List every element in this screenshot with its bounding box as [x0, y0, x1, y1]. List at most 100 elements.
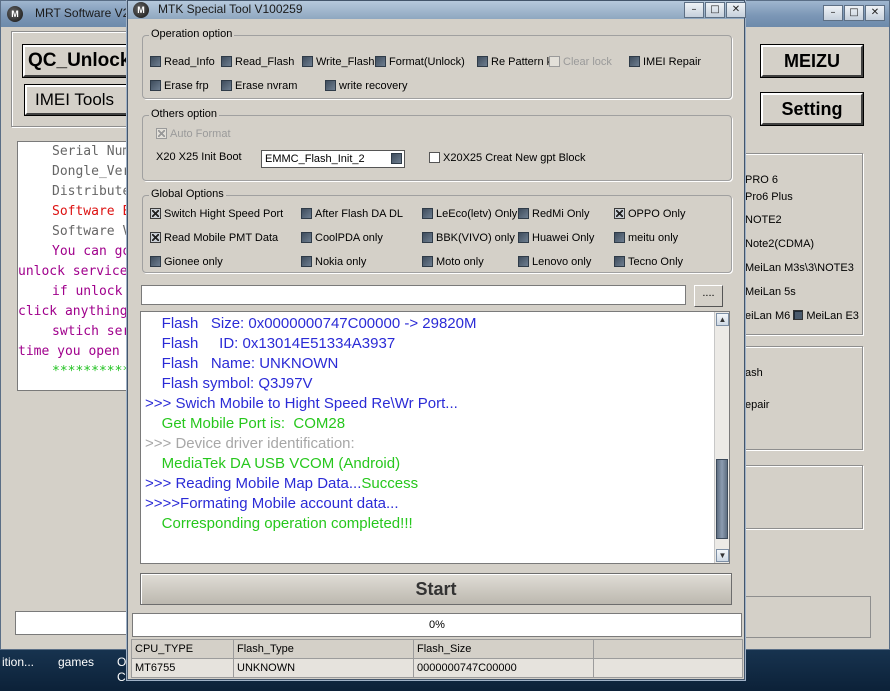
switch-hight-speed-port-checkbox[interactable]: Switch Hight Speed Port [150, 207, 283, 221]
scroll-up-icon[interactable]: ▲ [716, 313, 729, 326]
redmi-only-checkbox[interactable]: RedMi Only [518, 207, 589, 221]
checkbox-icon [150, 208, 161, 219]
checkbox-icon [150, 80, 161, 91]
model-option[interactable]: Note2(CDMA) [745, 238, 814, 250]
action-option[interactable]: epair [745, 399, 769, 411]
minimize-icon[interactable]: – [684, 2, 704, 18]
table-row[interactable]: MT6755 UNKNOWN 0000000747C00000 [131, 658, 743, 678]
log-line: Get Mobile Port is: COM28 [145, 415, 346, 432]
mtk-titlebar[interactable]: M MTK Special Tool V100259 – □ ✕ [128, 1, 746, 19]
maximize-icon[interactable]: □ [844, 5, 864, 21]
table-cell: UNKNOWN [233, 658, 414, 678]
format-unlock-checkbox[interactable]: Format(Unlock) [375, 55, 465, 69]
auto-format-checkbox[interactable]: Auto Format [156, 127, 231, 141]
model-option-m6[interactable]: eiLan M6 MeiLan E3 [745, 310, 859, 322]
scroll-down-icon[interactable]: ▼ [716, 549, 729, 562]
mtk-window-title: MTK Special Tool V100259 [158, 2, 303, 16]
log-line: Distribute [52, 184, 129, 199]
imei-repair-checkbox[interactable]: IMEI Repair [629, 55, 701, 69]
taskbar-item[interactable]: O [117, 655, 126, 669]
model-option[interactable]: Pro6 Plus [745, 191, 793, 203]
qc-unlock-button[interactable]: QC_Unlock [22, 44, 132, 78]
close-icon[interactable]: ✕ [865, 5, 885, 21]
model-option[interactable]: PRO 6 [745, 174, 778, 186]
leeco-letv-only-checkbox[interactable]: LeEco(letv) Only [422, 207, 517, 221]
checkbox-icon [302, 56, 313, 67]
erase-nvram-checkbox[interactable]: Erase nvram [221, 79, 297, 93]
tecno-only-checkbox[interactable]: Tecno Only [614, 255, 683, 269]
meizu-button[interactable]: MEIZU [760, 44, 864, 78]
checkbox-icon [518, 256, 529, 267]
action-option[interactable]: ash [745, 367, 763, 379]
file-path-input[interactable] [141, 285, 686, 305]
start-button[interactable]: Start [140, 573, 732, 605]
lenovo-only-checkbox[interactable]: Lenovo only [518, 255, 591, 269]
log-line: Serial Num [52, 144, 129, 159]
checkbox-icon [325, 80, 336, 91]
erase-frp-checkbox[interactable]: Erase frp [150, 79, 209, 93]
read-flash-checkbox[interactable]: Read_Flash [221, 55, 294, 69]
re-pattern-k-checkbox[interactable]: Re Pattern k [477, 55, 552, 69]
log-line: click anything [18, 304, 128, 319]
checkbox-icon [150, 232, 161, 243]
browse-button[interactable]: .... [694, 285, 723, 307]
bbk-vivo-only-checkbox[interactable]: BBK(VIVO) only [422, 231, 515, 245]
log-line: >>> Reading Mobile Map Data...Success [145, 475, 419, 492]
log-line: swtich ser [52, 324, 129, 339]
taskbar-item[interactable]: ition... [2, 655, 34, 669]
log-line: Software E [52, 204, 129, 219]
meizu-extra-group [741, 465, 863, 529]
table-cell [593, 658, 743, 678]
oppo-only-checkbox[interactable]: OPPO Only [614, 207, 685, 221]
write-flash-checkbox[interactable]: Write_Flash [302, 55, 374, 69]
read-info-checkbox[interactable]: Read_Info [150, 55, 215, 69]
checkbox-icon [614, 256, 625, 267]
checkbox-icon [221, 56, 232, 67]
mtk-special-tool-window: M MTK Special Tool V100259 – □ ✕ Operati… [127, 0, 746, 680]
coolpda-only-checkbox[interactable]: CoolPDA only [301, 231, 383, 245]
taskbar-item[interactable]: games [58, 655, 94, 669]
dropdown-icon [391, 153, 402, 164]
huawei-only-checkbox[interactable]: Huawei Only [518, 231, 594, 245]
scroll-thumb[interactable] [716, 459, 728, 539]
column-header [593, 639, 743, 659]
model-option[interactable]: NOTE2 [745, 214, 782, 226]
progress-bar: 0% [132, 613, 742, 637]
mrt-log-panel: Serial Num Dongle_Ver Distribute Softwar… [17, 141, 129, 391]
log-output: Flash Size: 0x0000000747C00000 -> 29820M… [140, 311, 730, 564]
mtk-app-icon: M [133, 2, 149, 18]
model-option[interactable]: MeiLan M3s\3\NOTE3 [745, 262, 854, 274]
imei-tools-button[interactable]: IMEI Tools [24, 84, 130, 116]
log-line: Flash ID: 0x13014E51334A3937 [145, 335, 396, 352]
write-recovery-checkbox[interactable]: write recovery [325, 79, 407, 93]
checkbox-icon [301, 256, 312, 267]
gpt-block-checkbox[interactable]: X20X25 Creat New gpt Block [429, 151, 585, 165]
after-flash-da-dl-checkbox[interactable]: After Flash DA DL [301, 207, 403, 221]
maximize-icon[interactable]: □ [705, 2, 725, 18]
meitu-only-checkbox[interactable]: meitu only [614, 231, 678, 245]
clear-lock-checkbox[interactable]: Clear lock [549, 55, 612, 69]
checkbox-icon [422, 208, 433, 219]
log-line: Dongle_Ver [52, 164, 129, 179]
log-scrollbar[interactable]: ▲ ▼ [714, 312, 729, 563]
checkbox-icon [150, 256, 161, 267]
log-line: time you open [18, 344, 120, 359]
read-mobile-pmt-data-checkbox[interactable]: Read Mobile PMT Data [150, 231, 278, 245]
close-icon[interactable]: ✕ [726, 2, 746, 18]
nokia-only-checkbox[interactable]: Nokia only [301, 255, 366, 269]
minimize-icon[interactable]: – [823, 5, 843, 21]
moto-only-checkbox[interactable]: Moto only [422, 255, 484, 269]
setting-button[interactable]: Setting [760, 92, 864, 126]
log-line: You can go [52, 244, 129, 259]
log-line: Flash Size: 0x0000000747C00000 -> 29820M [145, 315, 477, 332]
init-boot-label: X20 X25 Init Boot [156, 151, 242, 163]
column-header: Flash_Size [413, 639, 594, 659]
model-option[interactable]: MeiLan 5s [745, 286, 796, 298]
checkbox-icon [301, 208, 312, 219]
log-line: >>> Swich Mobile to Hight Speed Re\Wr Po… [145, 395, 458, 412]
log-line: ********** [52, 364, 129, 379]
init-boot-select[interactable]: EMMC_Flash_Init_2 [261, 150, 405, 168]
taskbar-item[interactable]: C [117, 670, 126, 684]
mrt-status-field [15, 611, 133, 635]
gionee-only-checkbox[interactable]: Gionee only [150, 255, 223, 269]
